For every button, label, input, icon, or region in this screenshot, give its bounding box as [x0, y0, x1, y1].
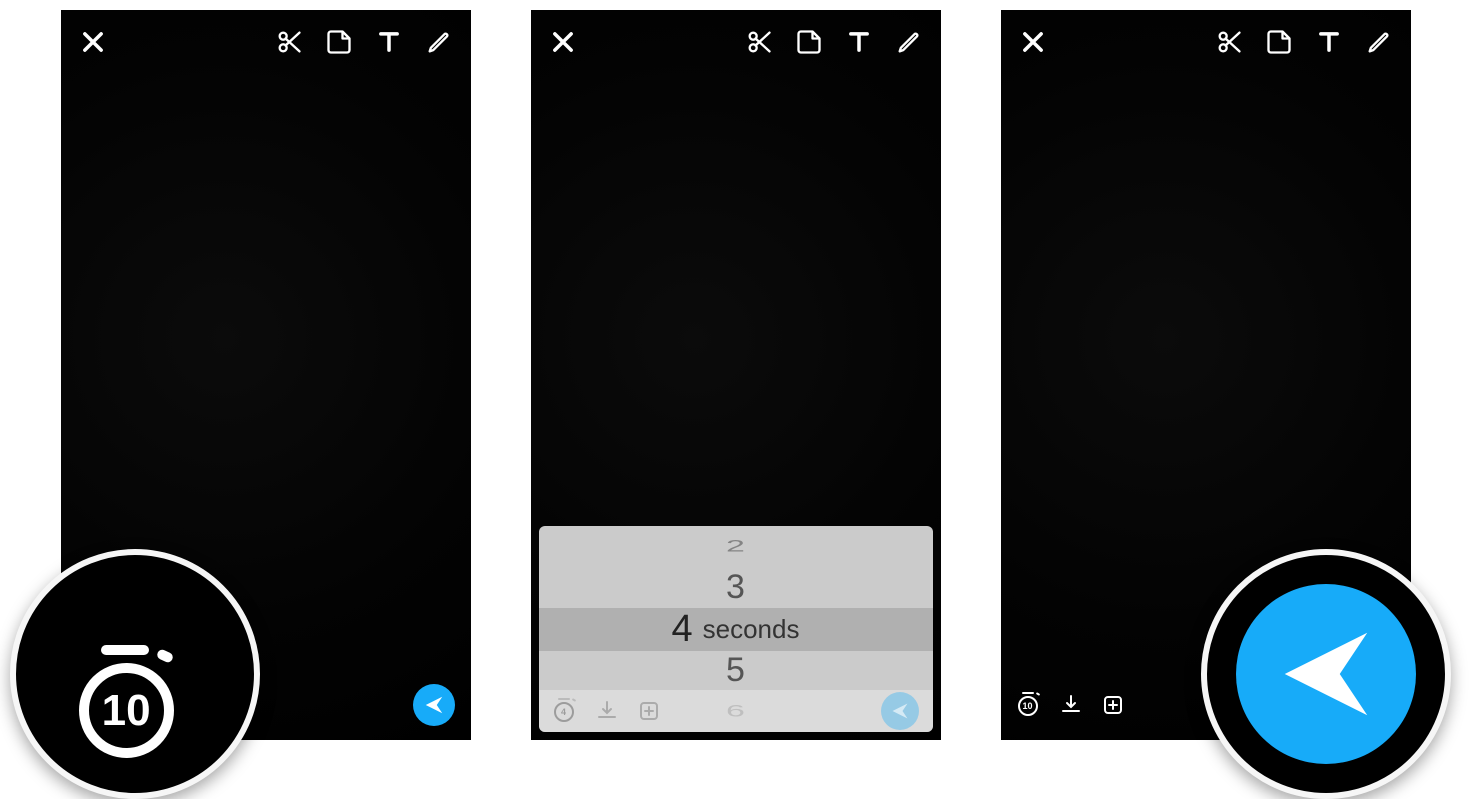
draw-pencil-icon[interactable] [425, 28, 453, 56]
magnifier-send-callout [1201, 549, 1451, 799]
picker-selected-label: seconds [703, 614, 800, 645]
scissors-icon[interactable] [1215, 28, 1243, 56]
timer-icon[interactable]: 4 [553, 699, 577, 723]
top-bar [1001, 28, 1411, 56]
picker-option-selected[interactable]: 4 seconds [539, 608, 933, 651]
screen-2-timer-picker: 2 3 4 seconds 5 6 4 [531, 10, 941, 740]
timer-value: 10 [1018, 696, 1038, 716]
picker-option[interactable]: 2 [539, 536, 933, 556]
send-button[interactable] [413, 684, 455, 726]
picker-bottom-bar: 4 [539, 690, 933, 732]
timer-button[interactable]: 10 [1017, 693, 1041, 717]
close-icon[interactable] [79, 28, 107, 56]
edit-tools [1215, 28, 1393, 56]
sticker-icon[interactable] [325, 28, 353, 56]
picker-option[interactable]: 5 [539, 651, 933, 692]
timer-icon-zoom: 10 [71, 645, 191, 765]
sticker-icon[interactable] [795, 28, 823, 56]
draw-pencil-icon[interactable] [895, 28, 923, 56]
seconds-picker[interactable]: 2 3 4 seconds 5 6 4 [539, 526, 933, 732]
scissors-icon[interactable] [275, 28, 303, 56]
edit-tools [275, 28, 453, 56]
send-button-faded[interactable] [881, 692, 919, 730]
download-icon[interactable] [1059, 693, 1083, 717]
magnifier-timer-callout: 10 [10, 549, 260, 799]
top-bar [531, 28, 941, 56]
timer-value-zoom: 10 [79, 663, 174, 758]
scissors-icon[interactable] [745, 28, 773, 56]
send-button-zoom [1236, 584, 1416, 764]
close-icon[interactable] [549, 28, 577, 56]
text-icon[interactable] [1315, 28, 1343, 56]
close-icon[interactable] [1019, 28, 1047, 56]
add-story-icon[interactable] [1101, 693, 1125, 717]
add-story-icon[interactable] [637, 699, 661, 723]
text-icon[interactable] [845, 28, 873, 56]
sticker-icon[interactable] [1265, 28, 1293, 56]
picker-option[interactable]: 3 [539, 567, 933, 608]
edit-tools [745, 28, 923, 56]
text-icon[interactable] [375, 28, 403, 56]
picker-selected-value: 4 [672, 608, 693, 651]
top-bar [61, 28, 471, 56]
draw-pencil-icon[interactable] [1365, 28, 1393, 56]
download-icon[interactable] [595, 699, 619, 723]
